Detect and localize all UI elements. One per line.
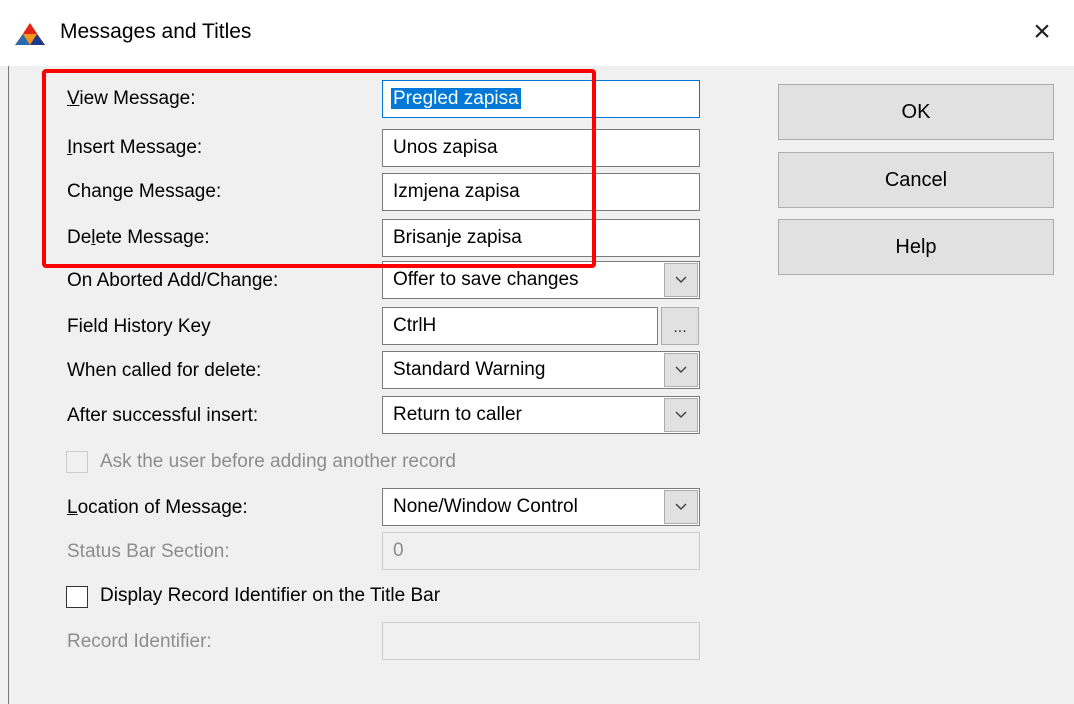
- insert-message-label: Insert Message:: [67, 137, 203, 158]
- ask-user-label: Ask the user before adding another recor…: [100, 451, 456, 472]
- record-identifier-label: Record Identifier:: [67, 631, 212, 652]
- title-bar: Messages and Titles ×: [0, 0, 1074, 66]
- display-identifier-checkbox[interactable]: [66, 586, 88, 608]
- chevron-down-icon[interactable]: [664, 398, 698, 432]
- location-message-value: None/Window Control: [393, 496, 578, 517]
- aborted-change-value: Offer to save changes: [393, 269, 579, 290]
- after-insert-select[interactable]: Return to caller: [382, 396, 700, 434]
- record-identifier-input[interactable]: [382, 622, 700, 660]
- window-left-border: [8, 66, 9, 704]
- delete-message-input[interactable]: Brisanje zapisa: [382, 219, 700, 257]
- ask-user-checkbox[interactable]: [66, 451, 88, 473]
- field-history-browse-button[interactable]: ...: [661, 307, 699, 345]
- after-insert-label: After successful insert:: [67, 405, 259, 426]
- view-message-label: View Message:: [67, 88, 196, 109]
- delete-call-select[interactable]: Standard Warning: [382, 351, 700, 389]
- view-message-input[interactable]: Pregled zapisa: [382, 80, 700, 118]
- chevron-down-icon[interactable]: [664, 490, 698, 524]
- field-history-key-input[interactable]: CtrlH: [382, 307, 658, 345]
- delete-message-label: Delete Message:: [67, 227, 210, 248]
- insert-message-input[interactable]: Unos zapisa: [382, 129, 700, 167]
- location-message-label: Location of Message:: [67, 497, 248, 518]
- display-identifier-label: Display Record Identifier on the Title B…: [100, 585, 441, 606]
- help-button[interactable]: Help: [778, 219, 1054, 275]
- change-message-label: Change Message:: [67, 181, 222, 202]
- delete-call-label: When called for delete:: [67, 360, 262, 381]
- chevron-down-icon[interactable]: [664, 263, 698, 297]
- location-message-select[interactable]: None/Window Control: [382, 488, 700, 526]
- window-title: Messages and Titles: [60, 20, 252, 43]
- chevron-down-icon[interactable]: [664, 353, 698, 387]
- aborted-change-select[interactable]: Offer to save changes: [382, 261, 700, 299]
- field-history-key-label: Field History Key: [67, 316, 211, 337]
- cancel-button[interactable]: Cancel: [778, 152, 1054, 208]
- after-insert-value: Return to caller: [393, 404, 522, 425]
- delete-call-value: Standard Warning: [393, 359, 546, 380]
- close-icon[interactable]: ×: [1024, 14, 1060, 50]
- status-section-label: Status Bar Section:: [67, 541, 230, 562]
- app-logo-icon: [14, 22, 46, 46]
- change-message-input[interactable]: Izmjena zapisa: [382, 173, 700, 211]
- ok-button[interactable]: OK: [778, 84, 1054, 140]
- aborted-change-label: On Aborted Add/Change:: [67, 270, 279, 291]
- status-section-input[interactable]: 0: [382, 532, 700, 570]
